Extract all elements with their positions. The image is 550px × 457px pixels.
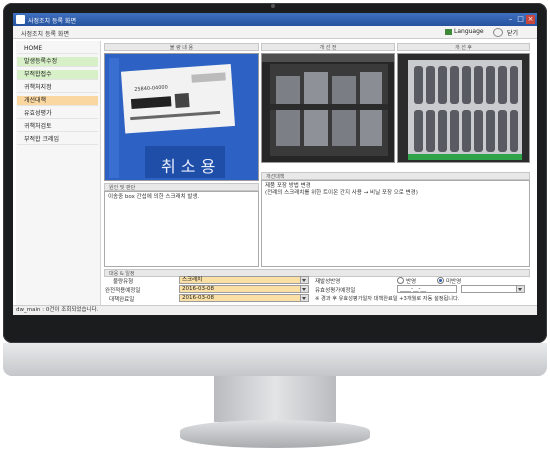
complete-plan-date[interactable]: 2016-03-08	[179, 285, 309, 293]
measure-line-2: (전례의 스크래치를 위한 트이온 간지 사용 → 비닐 포장 으로 변경)	[265, 190, 418, 196]
defect-type-label: 불량유형	[113, 279, 134, 285]
reply-date-field[interactable]: 2016-03-08	[179, 294, 309, 302]
eval-date-value: ____-__-__	[400, 286, 426, 292]
radio-not-apply[interactable]	[437, 277, 444, 284]
screen: 사정조치 등록 화면 – □ × 사정조치 등록 화면 Language 닫기 …	[13, 13, 537, 315]
sidebar: HOME 발생등록수정 부적합접수 귀책처지정 개선대책 유효성평가 귀책처검토…	[16, 41, 101, 305]
monitor-chin	[3, 343, 547, 376]
eval-date-label: 유효성평가예정일	[315, 288, 356, 294]
before-photo-image	[262, 54, 394, 162]
sidebar-item-label: HOME	[24, 45, 43, 52]
sidebar-item-register[interactable]: 발생등록수정	[17, 57, 98, 67]
recurrence-label: 재발성반영	[315, 279, 341, 285]
sidebar-item-label: 부적합 크레임	[24, 136, 60, 143]
monitor-stand-base	[180, 420, 370, 448]
eval-date-field[interactable]: ____-__-__	[397, 285, 457, 293]
sidebar-item-review[interactable]: 귀책처검토	[17, 122, 98, 132]
auto-date-note: ※ 경과 후 유효성평가일자 대책완료일 +3개월로 자동 설정됩니다.	[315, 296, 460, 302]
reply-date-value: 2016-03-08	[182, 295, 214, 301]
defect-photo-image: 취 소 용 25840-04000	[105, 54, 258, 180]
after-photo[interactable]	[397, 53, 530, 163]
complete-plan-value: 2016-03-08	[182, 286, 214, 292]
webcam	[271, 4, 275, 8]
window-titlebar: 사정조치 등록 화면 – □ ×	[13, 13, 537, 26]
complete-plan-label: 완전적용예정일	[105, 288, 141, 294]
measure-textarea[interactable]: 제품 포장 방법 변경 (전례의 스크래치를 위한 트이온 간지 사용 → 비닐…	[261, 180, 530, 267]
help-icon[interactable]	[493, 28, 503, 37]
schedule-header: 대응 & 일정	[104, 269, 530, 277]
minimize-button[interactable]: –	[506, 15, 515, 24]
after-photo-image	[398, 54, 529, 162]
sidebar-item-label: 귀책처검토	[24, 123, 52, 130]
sidebar-item-countermeasure[interactable]: 개선대책	[17, 96, 98, 106]
sidebar-item-label: 유효성평가	[24, 110, 52, 117]
maximize-button[interactable]: □	[516, 15, 525, 24]
sidebar-item-claim[interactable]: 부적합 크레임	[17, 135, 98, 145]
after-photo-header: 개 선 후	[397, 43, 530, 51]
sidebar-item-home[interactable]: HOME	[17, 44, 98, 54]
status-bar: dw_main : 0건이 조회되었습니다.	[13, 305, 537, 315]
radio-not-apply-label: 미반영	[446, 279, 462, 285]
radio-apply[interactable]	[397, 277, 404, 284]
cause-text: 이송중 box 간섭에 의한 스크래치 발생.	[108, 194, 200, 200]
chevron-down-icon	[300, 286, 308, 292]
language-icon	[445, 28, 452, 35]
sidebar-item-evaluation[interactable]: 유효성평가	[17, 109, 98, 119]
cause-textarea[interactable]: 이송중 box 간섭에 의한 스크래치 발생.	[104, 191, 259, 267]
defect-photo-header: 불 량 내 용	[104, 43, 259, 51]
defect-photo[interactable]: 취 소 용 25840-04000	[104, 53, 259, 181]
before-photo-header: 개 선 전	[261, 43, 395, 51]
toolbar: 사정조치 등록 화면 Language 닫기	[13, 26, 537, 39]
measure-line-1: 제품 포장 방법 변경	[265, 183, 311, 189]
cause-header: 원인 및 판단	[104, 183, 259, 191]
radio-apply-label: 반영	[406, 279, 417, 285]
chevron-down-icon	[300, 295, 308, 301]
sidebar-item-receipt[interactable]: 부적합접수	[17, 70, 98, 80]
sidebar-item-label: 부적합접수	[24, 71, 52, 78]
reply-date-label: 대책완료일	[109, 297, 135, 303]
svg-text:취 소 용: 취 소 용	[161, 157, 215, 176]
eval-result-select[interactable]	[461, 285, 525, 293]
defect-type-value: 스크래치	[182, 277, 203, 283]
status-text: dw_main : 0건이 조회되었습니다.	[16, 307, 99, 313]
sidebar-item-label: 개선대책	[24, 97, 47, 104]
window-title: 사정조치 등록 화면	[28, 18, 76, 25]
monitor-stand-neck	[214, 376, 336, 422]
app-icon	[16, 15, 25, 24]
sidebar-item-label: 귀책처지정	[24, 84, 52, 91]
before-photo[interactable]	[261, 53, 395, 163]
close-window-button[interactable]: ×	[526, 15, 535, 24]
language-selector[interactable]: Language	[445, 28, 484, 35]
sidebar-item-label: 발생등록수정	[24, 58, 58, 65]
defect-type-select[interactable]: 스크래치	[179, 276, 309, 284]
close-button[interactable]: 닫기	[507, 28, 518, 37]
measure-header: 개선대책	[261, 172, 530, 180]
screen-subtitle: 사정조치 등록 화면	[21, 31, 69, 38]
chevron-down-icon	[516, 286, 524, 292]
chevron-down-icon	[300, 277, 308, 283]
sidebar-item-assign[interactable]: 귀책처지정	[17, 83, 98, 93]
language-label: Language	[454, 28, 484, 35]
